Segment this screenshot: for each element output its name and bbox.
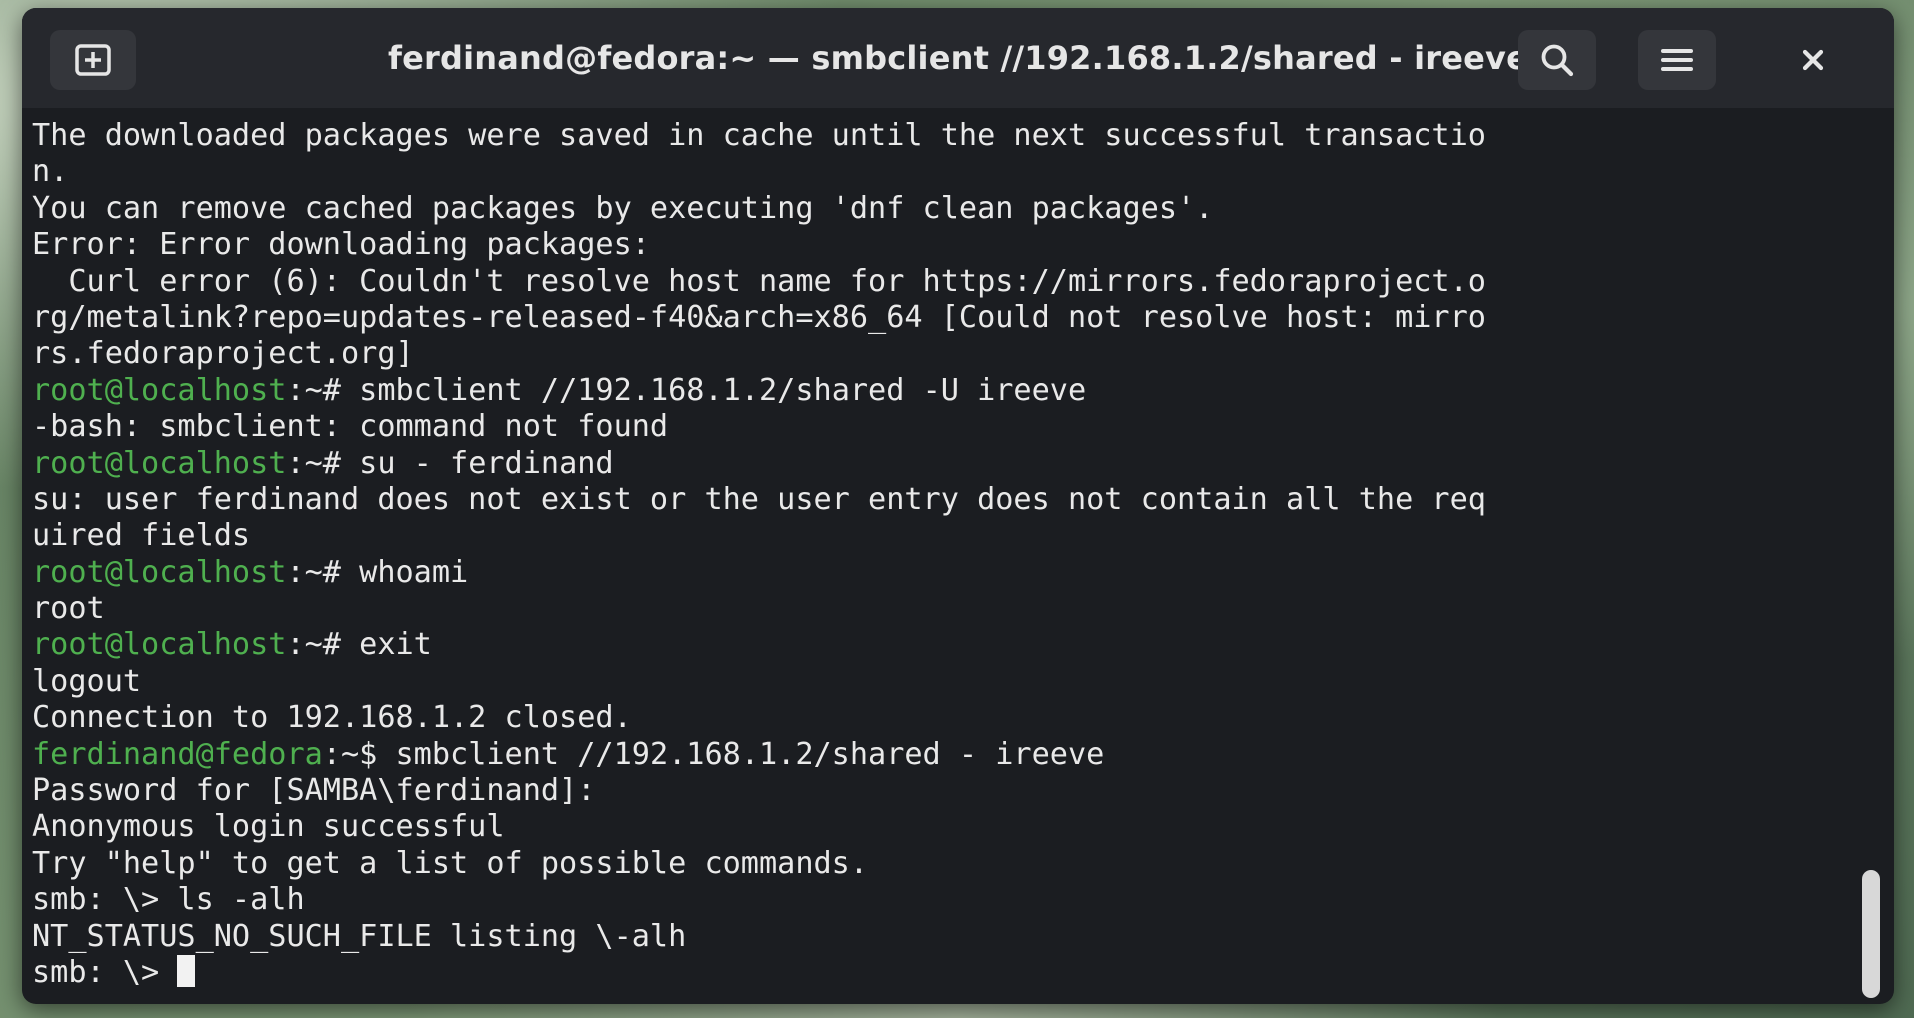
prompt-path: :~# <box>286 372 360 408</box>
terminal-line: root@localhost:~# smbclient //192.168.1.… <box>32 373 1894 409</box>
terminal-line: Password for [SAMBA\ferdinand]: <box>32 773 1894 809</box>
terminal-line: su: user ferdinand does not exist or the… <box>32 482 1894 518</box>
output-text: Password for [SAMBA\ferdinand]: <box>32 773 596 809</box>
search-button[interactable] <box>1518 30 1596 90</box>
hamburger-menu-icon <box>1661 49 1693 71</box>
terminal-line: Error: Error downloading packages: <box>32 227 1894 263</box>
output-text: Connection to 192.168.1.2 closed. <box>32 700 632 736</box>
terminal-line: smb: \> ls -alh <box>32 882 1894 918</box>
terminal-line: ferdinand@fedora:~$ smbclient //192.168.… <box>32 737 1894 773</box>
output-text: rs.fedoraproject.org] <box>32 336 414 372</box>
output-text: su: user ferdinand does not exist or the… <box>32 481 1486 517</box>
shell-prompt: root@localhost <box>32 554 287 590</box>
terminal-line: NT_STATUS_NO_SUCH_FILE listing \-alh <box>32 919 1894 955</box>
output-text: root <box>32 591 105 627</box>
text-cursor <box>177 954 196 987</box>
output-text: -bash: smbclient: command not found <box>32 409 669 445</box>
terminal-line: root@localhost:~# exit <box>32 627 1894 663</box>
terminal-scrollbar[interactable] <box>1862 870 1880 998</box>
prompt-path: :~# <box>286 627 360 663</box>
output-text: Anonymous login successful <box>32 809 505 845</box>
command-text: whoami <box>359 554 469 590</box>
output-text: Curl error (6): Couldn't resolve host na… <box>32 263 1486 299</box>
close-button[interactable] <box>1774 30 1852 90</box>
terminal-line: root <box>32 591 1894 627</box>
terminal-line: root@localhost:~# whoami <box>32 555 1894 591</box>
output-text: The downloaded packages were saved in ca… <box>32 118 1486 153</box>
output-text: smb: \> ls -alh <box>32 882 305 918</box>
close-icon <box>1802 49 1824 71</box>
terminal-line: Try "help" to get a list of possible com… <box>32 846 1894 882</box>
output-text: logout <box>32 663 142 699</box>
prompt-path: :~# <box>286 554 360 590</box>
title-bar: ferdinand@fedora:~ — smbclient //192.168… <box>22 8 1894 108</box>
command-text: exit <box>359 627 432 663</box>
output-text: uired fields <box>32 518 251 554</box>
search-icon <box>1541 44 1574 77</box>
command-text: smbclient //192.168.1.2/shared -U ireeve <box>359 372 1087 408</box>
output-text: NT_STATUS_NO_SUCH_FILE listing \-alh <box>32 918 687 954</box>
terminal-line: uired fields <box>32 518 1894 554</box>
shell-prompt: root@localhost <box>32 372 287 408</box>
output-text: You can remove cached packages by execut… <box>32 190 1214 226</box>
prompt-path: :~$ <box>322 736 396 772</box>
terminal-line: -bash: smbclient: command not found <box>32 409 1894 445</box>
terminal-line: rg/metalink?repo=updates-released-f40&ar… <box>32 300 1894 336</box>
terminal-line: The downloaded packages were saved in ca… <box>32 118 1894 154</box>
terminal-line: n. <box>32 154 1894 190</box>
shell-prompt: ferdinand@fedora <box>32 736 323 772</box>
terminal-line: Curl error (6): Couldn't resolve host na… <box>32 264 1894 300</box>
command-text: su - ferdinand <box>359 445 614 481</box>
prompt-path: :~# <box>286 445 360 481</box>
terminal-line: Anonymous login successful <box>32 809 1894 845</box>
terminal-output[interactable]: The downloaded packages were saved in ca… <box>22 108 1894 1004</box>
main-menu-button[interactable] <box>1638 30 1716 90</box>
output-text: n. <box>32 154 69 190</box>
terminal-line: You can remove cached packages by execut… <box>32 191 1894 227</box>
new-tab-icon <box>75 44 111 76</box>
command-text: smbclient //192.168.1.2/shared - ireeve <box>395 736 1105 772</box>
shell-prompt: root@localhost <box>32 445 287 481</box>
terminal-line: rs.fedoraproject.org] <box>32 336 1894 372</box>
terminal-line: smb: \> <box>32 954 1894 991</box>
output-text: rg/metalink?repo=updates-released-f40&ar… <box>32 299 1486 335</box>
terminal-window: ferdinand@fedora:~ — smbclient //192.168… <box>22 8 1894 1004</box>
output-text: Error: Error downloading packages: <box>32 227 650 263</box>
output-text: Try "help" to get a list of possible com… <box>32 845 869 881</box>
terminal-line: Connection to 192.168.1.2 closed. <box>32 700 1894 736</box>
terminal-line: logout <box>32 664 1894 700</box>
output-text: smb: \> <box>32 954 178 990</box>
new-tab-button[interactable] <box>50 30 136 90</box>
window-title: ferdinand@fedora:~ — smbclient //192.168… <box>388 39 1528 77</box>
shell-prompt: root@localhost <box>32 627 287 663</box>
terminal-line: root@localhost:~# su - ferdinand <box>32 446 1894 482</box>
